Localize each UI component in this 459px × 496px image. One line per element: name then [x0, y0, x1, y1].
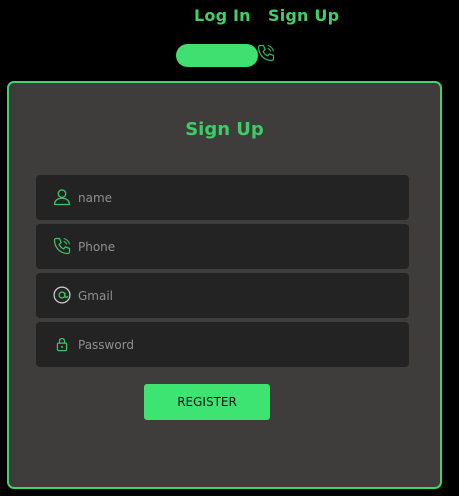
phone-field[interactable] [36, 224, 409, 269]
login-tab[interactable]: Log In [194, 6, 251, 25]
gmail-input[interactable] [78, 273, 398, 318]
password-field[interactable] [36, 322, 409, 367]
name-input[interactable] [78, 175, 398, 220]
gmail-field[interactable] [36, 273, 409, 318]
top-nav: Log In Sign Up [0, 6, 459, 30]
user-icon [53, 189, 71, 206]
lock-icon [56, 337, 68, 352]
name-field[interactable] [36, 175, 409, 220]
password-input[interactable] [78, 322, 398, 367]
register-button[interactable]: REGISTER [144, 384, 270, 420]
phone-icon [257, 44, 275, 62]
at-icon [53, 286, 71, 304]
signup-card: Sign Up name Phone Gmail REGISTER [7, 81, 442, 489]
phone-input[interactable] [78, 224, 398, 269]
form-title: Sign Up [185, 119, 264, 140]
page: Log In Sign Up Sign Up name Phone Gmail … [0, 0, 459, 496]
tab-slider-toggle[interactable] [176, 44, 258, 67]
phone-icon [53, 237, 71, 255]
signup-tab[interactable]: Sign Up [268, 6, 339, 25]
